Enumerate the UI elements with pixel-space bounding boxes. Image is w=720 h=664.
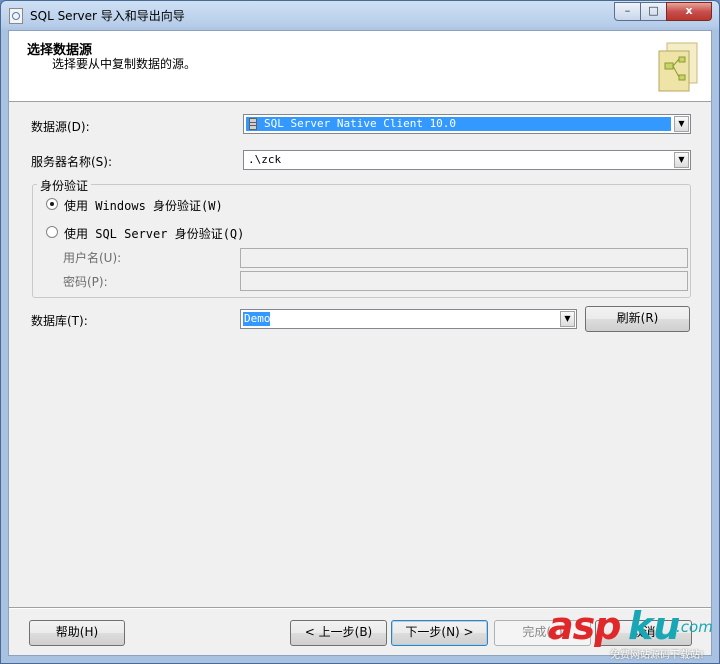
watermark: asp ku .com 免费网站源码下载站! bbox=[548, 604, 718, 662]
sql-auth-label[interactable]: 使用 SQL Server 身份验证(Q) bbox=[64, 225, 244, 242]
window-title: SQL Server 导入和导出向导 bbox=[30, 9, 185, 23]
minimize-button[interactable]: – bbox=[614, 2, 641, 21]
datasource-label: 数据源(D): bbox=[31, 120, 90, 134]
wizard-client-area: 选择数据源 选择要从中复制数据的源。 数据源(D): SQL Server Na… bbox=[8, 30, 712, 656]
auth-legend: 身份验证 bbox=[37, 177, 92, 194]
windows-auth-label[interactable]: 使用 Windows 身份验证(W) bbox=[64, 197, 223, 214]
back-button[interactable]: < 上一步(B) bbox=[290, 620, 387, 646]
database-provider-icon bbox=[249, 118, 257, 130]
datasource-value: SQL Server Native Client 10.0 bbox=[264, 117, 457, 130]
help-button[interactable]: 帮助(H) bbox=[29, 620, 125, 646]
server-select[interactable]: .\zck ▼ bbox=[243, 150, 691, 170]
password-field[interactable] bbox=[240, 271, 688, 291]
database-select[interactable]: Demo ▼ bbox=[240, 309, 577, 329]
sql-auth-radio[interactable] bbox=[46, 226, 58, 238]
chevron-down-icon[interactable]: ▼ bbox=[674, 152, 689, 168]
app-icon bbox=[9, 8, 23, 24]
windows-auth-radio[interactable] bbox=[46, 198, 58, 210]
password-label: 密码(P): bbox=[63, 275, 108, 289]
database-label: 数据库(T): bbox=[31, 314, 88, 328]
datasource-select[interactable]: SQL Server Native Client 10.0 ▼ bbox=[243, 114, 691, 134]
page-subtitle: 选择要从中复制数据的源。 bbox=[52, 57, 197, 71]
chevron-down-icon[interactable]: ▼ bbox=[674, 116, 689, 132]
server-label: 服务器名称(S): bbox=[31, 155, 113, 169]
maximize-button[interactable]: □ bbox=[640, 2, 667, 21]
database-value: Demo bbox=[244, 312, 271, 325]
chevron-down-icon[interactable]: ▼ bbox=[560, 311, 575, 327]
refresh-button[interactable]: 刷新(R) bbox=[585, 306, 690, 332]
wizard-header: 选择数据源 选择要从中复制数据的源。 bbox=[9, 31, 711, 102]
username-field[interactable] bbox=[240, 248, 688, 268]
next-button[interactable]: 下一步(N) > bbox=[391, 620, 488, 646]
database-wizard-icon bbox=[658, 42, 698, 92]
watermark-asp: asp bbox=[548, 604, 621, 648]
server-value: .\zck bbox=[248, 153, 282, 166]
username-label: 用户名(U): bbox=[63, 251, 122, 265]
watermark-tagline: 免费网站源码下载站! bbox=[610, 650, 705, 661]
wizard-window: SQL Server 导入和导出向导 – □ x 选择数据源 选择要从中复制数据… bbox=[0, 0, 720, 664]
watermark-domain: .com bbox=[676, 618, 713, 636]
title-bar[interactable]: SQL Server 导入和导出向导 – □ x bbox=[1, 1, 719, 29]
close-button[interactable]: x bbox=[666, 2, 712, 21]
watermark-ku: ku bbox=[628, 604, 681, 648]
